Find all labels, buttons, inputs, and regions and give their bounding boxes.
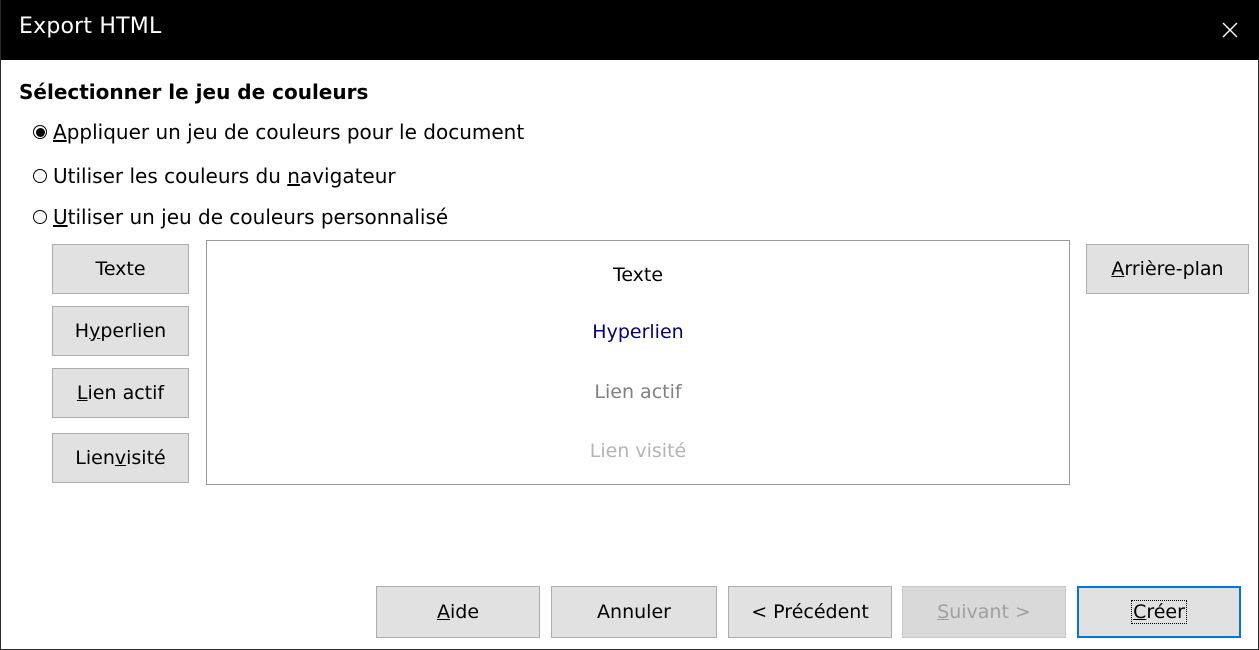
preview-active-link: Lien actif [594, 381, 682, 403]
radio-indicator[interactable] [33, 210, 47, 224]
window-title: Export HTML [19, 14, 162, 39]
radio-label: Utiliser les couleurs du navigateur [53, 164, 396, 188]
preview-visited-link: Lien visité [589, 440, 687, 462]
visited-link-color-button[interactable]: Lien v isité [52, 433, 189, 483]
radio-apply-document-colors[interactable]: Appliquer un jeu de couleurs pour le doc… [33, 120, 524, 144]
radio-browser-colors[interactable]: Utiliser les couleurs du navigateur [33, 164, 396, 188]
next-button[interactable]: Suivant > [902, 586, 1066, 638]
text-color-button[interactable]: Texte [52, 244, 189, 294]
preview-text: Texte [612, 264, 664, 286]
preview-hyperlink: Hyperlien [592, 321, 684, 343]
color-preview-panel: Texte Hyperlien Lien actif Lien visité [206, 240, 1070, 485]
close-button[interactable] [1210, 10, 1250, 50]
title-bar: Export HTML [1, 0, 1259, 60]
create-button[interactable]: Créer [1077, 586, 1241, 638]
radio-custom-colors[interactable]: Utiliser un jeu de couleurs personnalisé [33, 205, 448, 229]
radio-indicator[interactable] [33, 125, 47, 139]
export-html-dialog: Export HTML Sélectionner le jeu de coule… [0, 0, 1259, 650]
cancel-button[interactable]: Annuler [551, 586, 717, 638]
create-button-label: Créer [1131, 600, 1187, 624]
background-color-button[interactable]: Arrière-plan [1086, 244, 1249, 294]
radio-label: Appliquer un jeu de couleurs pour le doc… [53, 120, 525, 144]
hyperlink-color-button[interactable]: Hy perlien [52, 306, 189, 356]
section-title: Sélectionner le jeu de couleurs [19, 80, 369, 104]
active-link-color-button[interactable]: Lien actif [52, 368, 189, 418]
close-icon [1222, 22, 1238, 38]
previous-button[interactable]: < Précédent [728, 586, 892, 638]
radio-indicator[interactable] [33, 169, 47, 183]
radio-label: Utiliser un jeu de couleurs personnalisé [53, 205, 449, 229]
help-button[interactable]: Aide [376, 586, 540, 638]
